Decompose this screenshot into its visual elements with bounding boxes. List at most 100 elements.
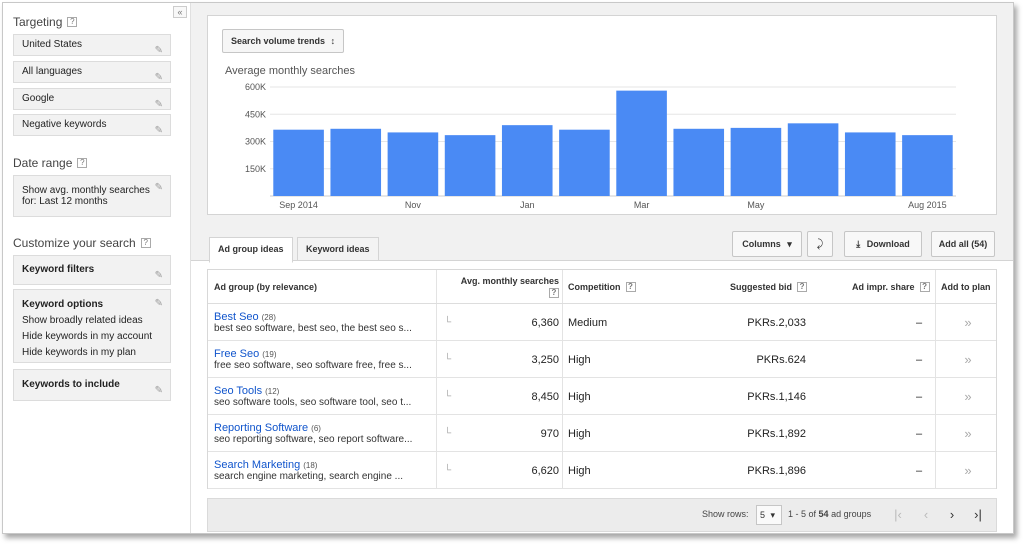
ad-group-cell: Seo Tools (12) seo software tools, seo sof… (214, 378, 432, 415)
add-all-button[interactable]: Add all (54) (931, 231, 995, 257)
table-panel: Ad group (by relevance) Avg. monthly sea… (191, 260, 1013, 533)
competition-value: High (568, 390, 591, 403)
suggested-bid-value: PKRs.1,146 (747, 390, 806, 403)
bar (902, 135, 953, 196)
header-competition[interactable]: Competition ? (568, 270, 636, 304)
ad-group-link[interactable]: Best Seo (214, 311, 259, 323)
table-row: Seo Tools (12) seo software tools, seo sof… (208, 378, 996, 415)
targeting-network[interactable]: Google ✎ (13, 88, 171, 110)
table-row: Best Seo (28) best seo software, best seo,… (208, 304, 996, 341)
ad-group-link[interactable]: Free Seo (214, 348, 259, 360)
columns-label: Columns (742, 239, 781, 249)
ad-group-link[interactable]: Search Marketing (214, 459, 300, 471)
pencil-icon[interactable]: ✎ (155, 182, 163, 193)
keyword-filters[interactable]: Keyword filters ✎ (13, 255, 171, 285)
keyword-options[interactable]: Keyword options Show broadly related ide… (13, 289, 171, 363)
pencil-icon[interactable]: ✎ (155, 95, 163, 115)
y-tick-label: 600K (245, 82, 266, 92)
prev-page-icon[interactable]: ‹ (916, 505, 936, 525)
ad-group-cell: Search Marketing (18) search engine market… (214, 452, 432, 489)
help-icon[interactable]: ? (797, 282, 808, 292)
collapse-sidebar-icon[interactable]: « (173, 6, 187, 18)
help-icon[interactable]: ? (140, 238, 151, 248)
pencil-icon[interactable]: ✎ (155, 262, 163, 290)
ad-group-link[interactable]: Reporting Software (214, 422, 308, 434)
trend-chart-icon[interactable]: └ (444, 378, 451, 415)
table-row: Reporting Software (6) seo reporting softw… (208, 415, 996, 452)
header-competition-label: Competition (568, 282, 621, 292)
add-to-plan-icon[interactable]: » (960, 452, 976, 489)
chevron-down-icon: ▾ (770, 510, 776, 520)
avg-searches-value: 8,450 (531, 390, 559, 403)
date-range-box[interactable]: Show avg. monthly searches for: Last 12 … (13, 175, 171, 217)
help-icon[interactable]: ? (625, 282, 636, 292)
ad-impr-share-value: – (915, 353, 923, 366)
add-to-plan-icon[interactable]: » (960, 341, 976, 378)
trend-chart-icon[interactable]: └ (444, 304, 451, 341)
header-ad-group[interactable]: Ad group (by relevance) (214, 270, 317, 304)
header-suggested-bid[interactable]: Suggested bid ? (730, 270, 808, 304)
rows-per-page-select[interactable]: 5 ▾ (756, 505, 782, 525)
customize-title: Customize your search ? (13, 236, 151, 250)
columns-button[interactable]: Columns ▾ (732, 231, 802, 257)
help-icon[interactable]: ? (67, 17, 78, 27)
pager-suffix: ad groups (831, 509, 872, 519)
search-volume-trends-dropdown[interactable]: Search volume trends ↕ (222, 29, 345, 53)
ad-group-keywords: seo software tools, seo software tool, s… (214, 397, 412, 408)
targeting-network-label: Google (22, 93, 55, 104)
trend-button-label: Search volume trends (231, 36, 326, 46)
sort-arrows-icon: ↕ (330, 36, 336, 46)
next-page-icon[interactable]: › (942, 505, 962, 525)
ad-impr-share-value: – (915, 390, 923, 403)
add-to-plan-icon[interactable]: » (960, 415, 976, 452)
keywords-to-include[interactable]: Keywords to include ✎ (13, 369, 171, 401)
pencil-icon[interactable]: ✎ (155, 68, 163, 88)
ad-group-count: (18) (303, 461, 318, 470)
ad-group-count: (28) (261, 313, 276, 322)
bar (387, 132, 439, 196)
targeting-location[interactable]: United States ✎ (13, 34, 171, 56)
trend-chart-icon[interactable]: └ (444, 415, 451, 452)
competition-value: High (568, 353, 591, 366)
ad-impr-share-value: – (915, 427, 923, 440)
keyword-option-plan: Hide keywords in my plan (22, 347, 136, 358)
help-icon[interactable]: ? (77, 158, 88, 168)
pencil-icon[interactable]: ✎ (155, 41, 163, 61)
last-page-icon[interactable]: ›| (968, 505, 988, 525)
x-tick-label: Aug 2015 (908, 200, 947, 210)
pencil-icon[interactable]: ✎ (155, 121, 163, 141)
bar (444, 135, 496, 196)
chart-toggle-icon[interactable]: ⤸ (807, 231, 833, 257)
targeting-label: Targeting (13, 15, 63, 29)
y-tick-label: 450K (245, 109, 266, 119)
help-icon[interactable]: ? (919, 282, 930, 292)
ad-group-cell: Reporting Software (6) seo reporting softw… (214, 415, 432, 452)
bar (501, 125, 553, 196)
add-to-plan-icon[interactable]: » (960, 304, 976, 341)
pencil-icon[interactable]: ✎ (155, 296, 163, 312)
x-tick-label: Jan (520, 200, 535, 210)
x-tick-label: May (747, 200, 765, 210)
chevron-down-icon: ▾ (787, 239, 792, 249)
header-ad-impr-share-label: Ad impr. share (852, 282, 915, 292)
tab-ad-group-ideas[interactable]: Ad group ideas (209, 237, 293, 263)
x-tick-label: Nov (405, 200, 422, 210)
ad-group-link[interactable]: Seo Tools (214, 385, 262, 397)
header-avg-searches[interactable]: Avg. monthly searches ? (455, 270, 559, 304)
targeting-language[interactable]: All languages ✎ (13, 61, 171, 83)
pencil-icon[interactable]: ✎ (155, 376, 163, 406)
download-button[interactable]: ⤓ Download (844, 231, 922, 257)
header-ad-impr-share[interactable]: Ad impr. share ? (852, 270, 930, 304)
first-page-icon[interactable]: |‹ (888, 505, 908, 525)
add-to-plan-icon[interactable]: » (960, 378, 976, 415)
avg-searches-value: 6,360 (531, 316, 559, 329)
targeting-negative-keywords[interactable]: Negative keywords ✎ (13, 114, 171, 136)
pager-range: 1 - 5 of 54 ad groups (788, 509, 871, 519)
help-icon[interactable]: ? (549, 288, 559, 298)
suggested-bid-value: PKRs.1,896 (747, 464, 806, 477)
trend-chart-icon[interactable]: └ (444, 452, 451, 489)
ad-group-title: Search Marketing (18) (214, 459, 317, 471)
download-icon: ⤓ (856, 239, 861, 249)
tab-keyword-ideas[interactable]: Keyword ideas (297, 237, 379, 261)
trend-chart-icon[interactable]: └ (444, 341, 451, 378)
